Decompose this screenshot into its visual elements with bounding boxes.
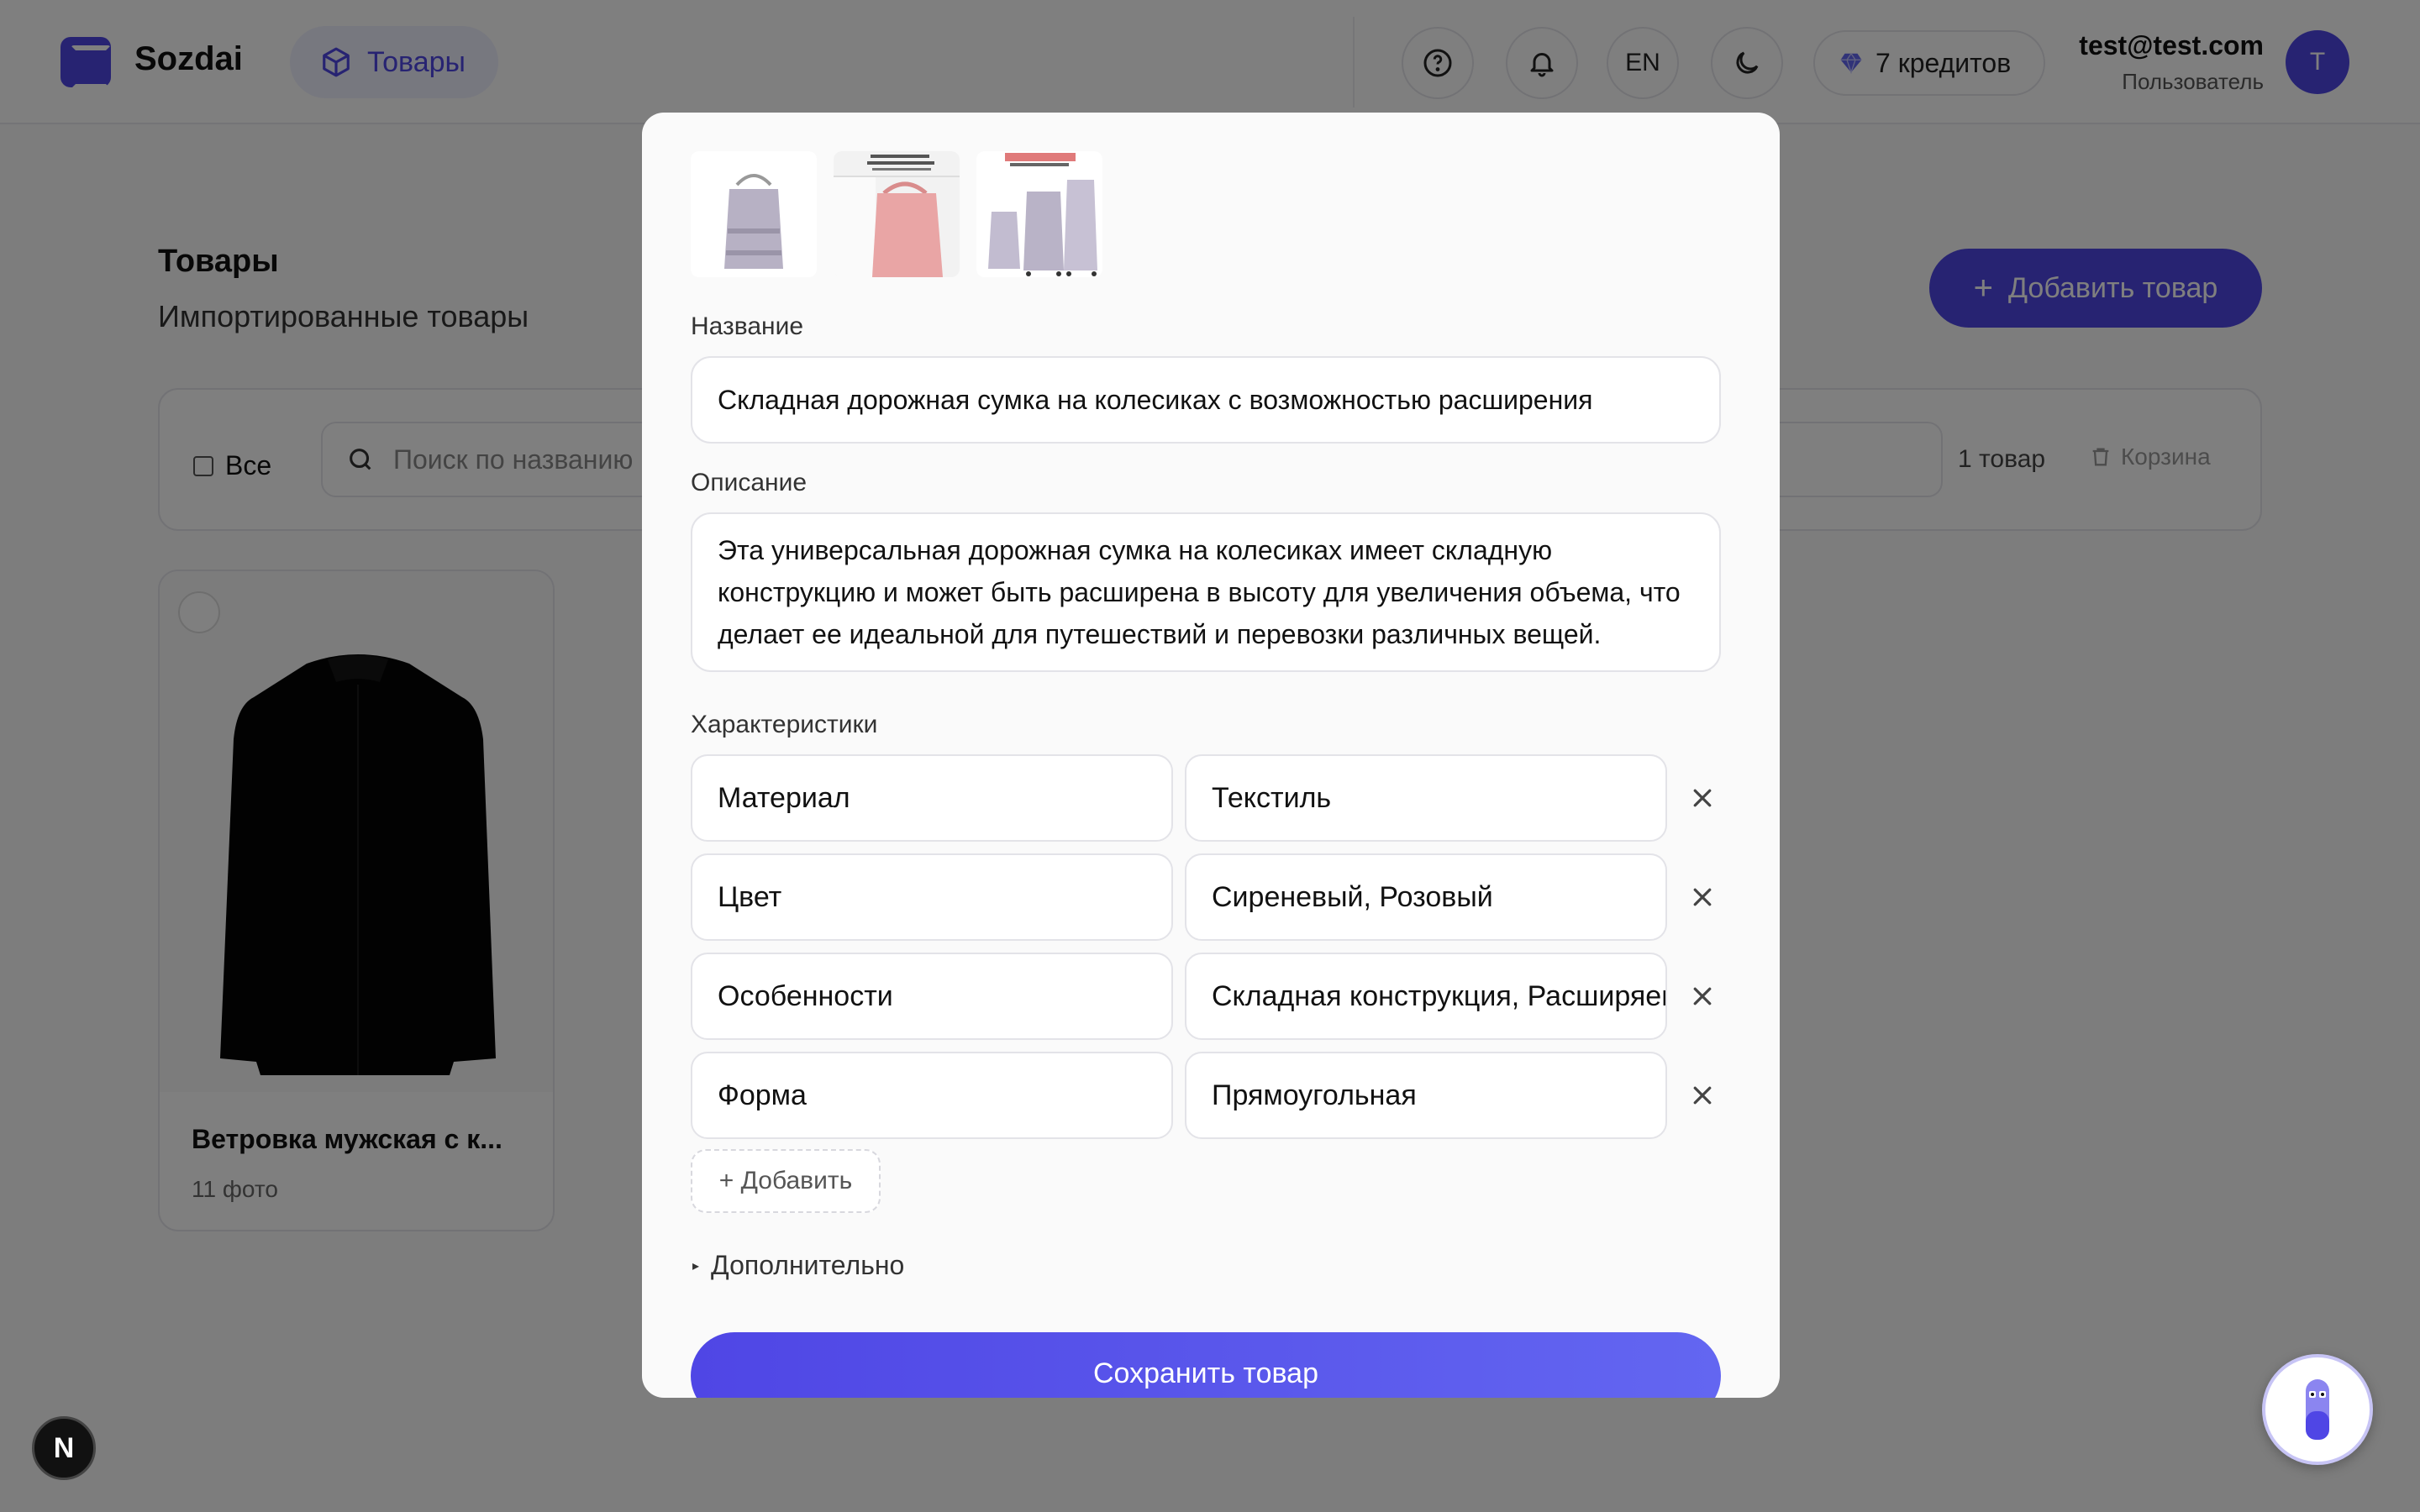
- attribute-key-field[interactable]: Материал: [691, 754, 1173, 842]
- attribute-value-field[interactable]: Складная конструкция, Расширяемая: [1185, 953, 1667, 1040]
- additional-section-toggle[interactable]: ▸ Дополнительно: [692, 1250, 904, 1281]
- name-field[interactable]: Складная дорожная сумка на колесиках с в…: [691, 356, 1721, 444]
- attribute-key-field[interactable]: Особенности: [691, 953, 1173, 1040]
- assistant-button[interactable]: [2262, 1354, 2373, 1465]
- attribute-value-field[interactable]: Сиреневый, Розовый: [1185, 853, 1667, 941]
- edit-product-modal: Название Складная дорожная сумка на коле…: [642, 113, 1780, 1398]
- close-icon: [1693, 1086, 1712, 1105]
- additional-label: Дополнительно: [711, 1250, 905, 1280]
- attribute-value-field[interactable]: Прямоугольная: [1185, 1052, 1667, 1139]
- n-badge-button[interactable]: N: [32, 1416, 96, 1480]
- remove-attribute-button[interactable]: [1684, 780, 1721, 816]
- attribute-value-field[interactable]: Текстиль: [1185, 754, 1667, 842]
- thumbnail[interactable]: [691, 151, 817, 277]
- remove-attribute-button[interactable]: [1684, 978, 1721, 1015]
- name-label: Название: [691, 312, 804, 340]
- product-thumbnails: [691, 151, 1102, 277]
- save-product-button[interactable]: Сохранить товар: [691, 1332, 1721, 1398]
- attributes-label: Характеристики: [691, 711, 878, 738]
- attribute-key-field[interactable]: Форма: [691, 1052, 1173, 1139]
- close-icon: [1693, 888, 1712, 906]
- assistant-icon: [2306, 1379, 2329, 1440]
- attribute-key-field[interactable]: Цвет: [691, 853, 1173, 941]
- remove-attribute-button[interactable]: [1684, 879, 1721, 916]
- thumbnail[interactable]: [976, 151, 1102, 277]
- add-attribute-button[interactable]: + Добавить: [691, 1149, 881, 1213]
- caret-right-icon: ▸: [692, 1258, 700, 1273]
- close-icon: [1693, 789, 1712, 807]
- thumbnail[interactable]: [834, 151, 960, 277]
- description-label: Описание: [691, 469, 808, 496]
- remove-attribute-button[interactable]: [1684, 1077, 1721, 1114]
- close-icon: [1693, 987, 1712, 1005]
- description-field[interactable]: Эта универсальная дорожная сумка на коле…: [691, 512, 1721, 672]
